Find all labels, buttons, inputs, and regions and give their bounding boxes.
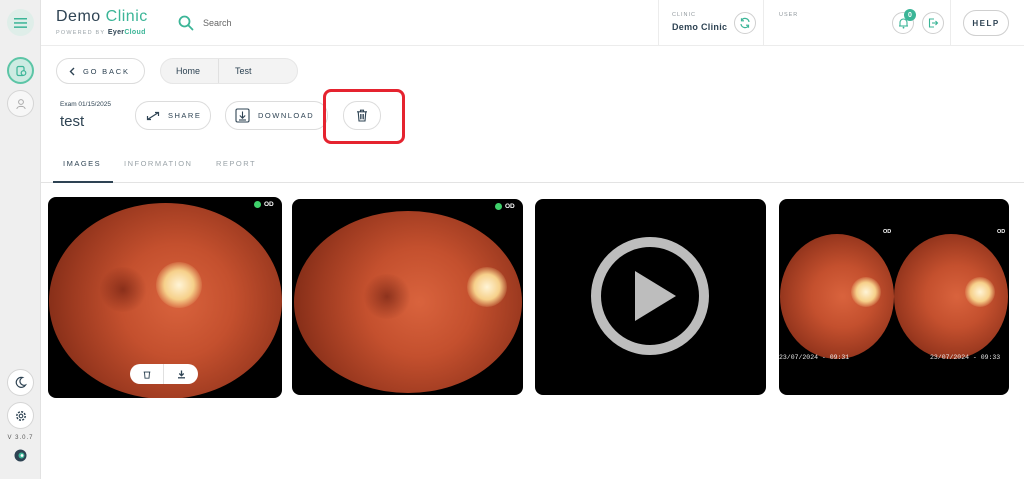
share-button[interactable]: SHARE (135, 101, 211, 130)
switch-clinic-button[interactable] (734, 12, 756, 34)
settings-button[interactable] (7, 402, 34, 429)
hamburger-icon (14, 17, 27, 28)
tab-information[interactable]: INFORMATION (124, 159, 192, 168)
timestamp-right: 23/07/2024 - 09:33 (930, 354, 1001, 361)
dark-mode-toggle[interactable] (7, 369, 34, 396)
help-button[interactable]: HELP (963, 10, 1009, 36)
eye-badge: OD (495, 203, 515, 210)
app-title: Demo Clinic (56, 8, 148, 25)
exam-image-thumbnail[interactable]: OD (48, 197, 282, 398)
delete-image-button[interactable] (130, 364, 164, 384)
breadcrumb-home[interactable]: Home (161, 59, 219, 83)
logout-icon (928, 18, 939, 28)
exam-name: test (60, 113, 85, 130)
eyer-logo-icon (14, 449, 27, 462)
eye-label-left: OD (883, 229, 892, 235)
moon-icon (15, 376, 27, 388)
top-header: Demo Clinic POWERED BY EyerCloud CLINIC … (41, 0, 1024, 46)
gear-icon (15, 410, 26, 421)
header-divider (950, 0, 951, 46)
person-icon (15, 98, 26, 109)
status-dot (254, 201, 261, 208)
notification-count-badge: 0 (904, 9, 916, 21)
app-version: V 3.0.7 (7, 435, 34, 441)
status-dot (495, 203, 502, 210)
clinic-label: CLINIC (672, 12, 697, 18)
clinic-name: Demo Clinic (672, 22, 728, 32)
logout-button[interactable] (922, 12, 944, 34)
go-back-label: GO BACK (83, 66, 130, 76)
user-label: USER (779, 12, 799, 18)
search-input[interactable] (203, 14, 403, 32)
eye-badge: OD (254, 201, 274, 208)
optic-disc (156, 262, 202, 308)
optic-disc (851, 277, 881, 307)
download-button[interactable]: DOWNLOAD (225, 101, 328, 130)
powered-by: POWERED BY EyerCloud (56, 29, 146, 36)
macula (98, 267, 148, 312)
breadcrumb-current: Test (235, 66, 252, 76)
exam-date: Exam 01/15/2025 (60, 101, 111, 108)
share-label: SHARE (168, 111, 202, 120)
exam-tabs: IMAGES INFORMATION REPORT (41, 150, 1024, 183)
exam-image-thumbnail[interactable]: OD OD 23/07/2024 - 09:31 23/07/2024 - 09… (779, 199, 1009, 395)
sidebar-item-exams[interactable] (7, 57, 34, 84)
thumbnail-actions (130, 364, 198, 384)
download-icon (235, 108, 250, 123)
search-icon (178, 15, 194, 31)
play-icon (591, 237, 709, 355)
active-tab-indicator (53, 181, 113, 183)
header-divider (658, 0, 659, 46)
exam-image-thumbnail[interactable]: OD (292, 199, 523, 395)
go-back-button[interactable]: GO BACK (56, 58, 145, 84)
download-label: DOWNLOAD (258, 111, 315, 120)
exam-video-thumbnail[interactable] (535, 199, 766, 395)
highlight-box (323, 89, 405, 144)
share-arrows-icon (146, 111, 160, 120)
timestamp-left: 23/07/2024 - 09:31 (779, 354, 850, 361)
chevron-left-icon (69, 67, 75, 75)
breadcrumb: Home Test (160, 58, 298, 84)
optic-disc (467, 267, 507, 307)
sidebar: V 3.0.7 (0, 0, 41, 479)
header-divider (763, 0, 764, 46)
tab-report[interactable]: REPORT (216, 159, 256, 168)
optic-disc (965, 277, 995, 307)
eye-label-right: OD (997, 229, 1006, 235)
download-image-button[interactable] (164, 364, 198, 384)
trash-icon (143, 371, 150, 379)
tab-images[interactable]: IMAGES (63, 159, 101, 168)
sync-icon (740, 17, 750, 29)
sidebar-item-patients[interactable] (7, 90, 34, 117)
menu-button[interactable] (7, 9, 34, 36)
download-icon (177, 370, 185, 378)
exam-icon (15, 65, 26, 76)
macula (362, 274, 412, 319)
